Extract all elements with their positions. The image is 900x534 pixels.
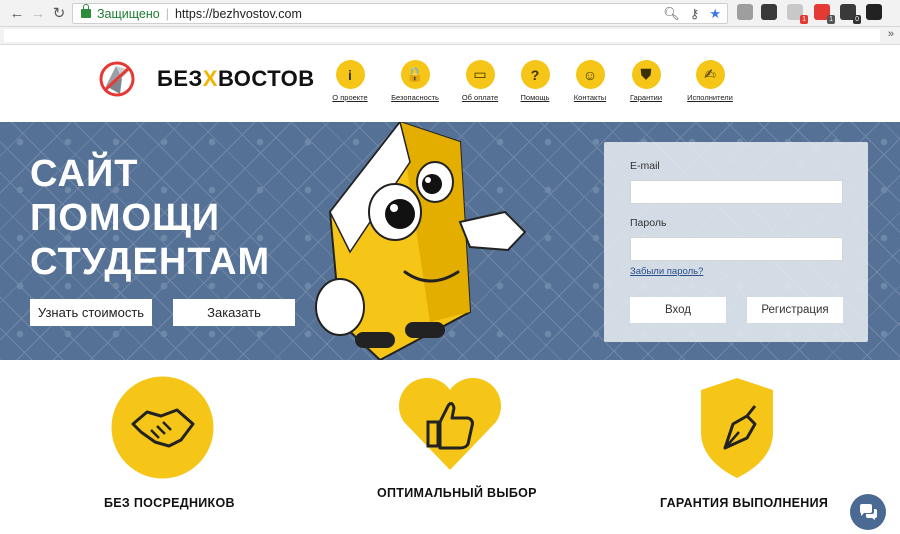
extension-3-icon[interactable]: 1: [787, 4, 808, 24]
extension-4-icon[interactable]: 1: [814, 4, 835, 24]
menu-item[interactable]: ✍ Исполнители: [675, 60, 745, 102]
browser-toolbar: ← → ↻ Защищено | https://bezhvostov.com …: [0, 0, 900, 27]
feature-label: ГАРАНТИЯ ВЫПОЛНЕНИЯ: [660, 496, 829, 510]
handshake-icon: [111, 376, 214, 479]
menu-item[interactable]: 🔒 Безопасность: [380, 60, 450, 102]
info-icon: i: [335, 60, 365, 89]
address-bar[interactable]: Защищено | https://bezhvostov.com 🔍︎ ⚷ ★: [72, 3, 728, 24]
price-button[interactable]: Узнать стоимость: [30, 299, 152, 326]
hero-banner: САЙТ ПОМОЩИ СТУДЕНТАМ Узнать стоимость З…: [0, 122, 900, 360]
thumbs-up-icon: [398, 377, 502, 470]
logo-icon[interactable]: [98, 60, 136, 98]
question-icon: ?: [520, 60, 550, 89]
extension-badge: 1: [800, 15, 808, 24]
bookmarks-more-icon[interactable]: »: [888, 28, 894, 40]
lock-icon: 🔒: [400, 60, 430, 89]
feature-label: ОПТИМАЛЬНЫЙ ВЫБОР: [377, 486, 537, 500]
bookmarks-bar: »: [0, 27, 900, 45]
extension-6-icon[interactable]: [866, 4, 882, 20]
reload-icon[interactable]: ↻: [48, 2, 70, 24]
wallet-icon: ▭: [465, 60, 495, 89]
login-button[interactable]: Вход: [630, 297, 726, 323]
bookmark-star-icon[interactable]: ★: [709, 6, 721, 22]
extension-1-icon[interactable]: [737, 4, 753, 20]
chat-button[interactable]: [850, 494, 886, 530]
pen-nib-icon: [701, 378, 773, 478]
zoom-icon[interactable]: 🔍︎: [663, 6, 680, 22]
password-field[interactable]: [630, 237, 843, 261]
address-separator: |: [165, 6, 169, 21]
site-header: БЕЗХВОСТОВ iО проекте 🔒 Безопасность ▭ Об оп…: [0, 46, 900, 122]
forgot-password-link[interactable]: Забыли пароль?: [630, 266, 703, 277]
email-label: E-mail: [630, 160, 660, 172]
email-field[interactable]: [630, 180, 843, 204]
hero-title-line: ПОМОЩИ: [30, 197, 221, 239]
menu-item-label: Безопасность: [391, 93, 439, 102]
contacts-icon: ☺: [575, 60, 605, 89]
logo-text-x: Х: [202, 66, 218, 91]
extension-2-icon[interactable]: [761, 4, 777, 20]
chat-icon: [860, 504, 877, 520]
extension-5-icon[interactable]: 0: [840, 4, 861, 24]
logo-text[interactable]: БЕЗХВОСТОВ: [157, 66, 315, 92]
hero-title-line: САЙТ: [30, 153, 139, 195]
password-label: Пароль: [630, 217, 667, 229]
menu-item[interactable]: ⛊ Гарантии: [611, 60, 681, 102]
shield-icon: ⛊: [631, 60, 661, 89]
lock-icon: [81, 4, 91, 18]
worker-icon: ✍: [695, 60, 725, 89]
mascot-illustration: [315, 122, 527, 360]
logo-text-part: ВОСТОВ: [217, 66, 315, 91]
menu-item-label: О проекте: [332, 93, 368, 102]
back-icon[interactable]: ←: [6, 2, 28, 24]
extension-badge: 1: [827, 15, 835, 24]
forward-icon[interactable]: →: [27, 2, 49, 24]
feature-label: БЕЗ ПОСРЕДНИКОВ: [104, 496, 235, 510]
menu-item[interactable]: i О проекте: [315, 60, 385, 102]
secure-label: Защищено: [97, 6, 160, 21]
menu-item-label: Исполнители: [687, 93, 733, 102]
menu-item-label: Гарантии: [629, 93, 663, 102]
hero-title-line: СТУДЕНТАМ: [30, 241, 271, 283]
register-button[interactable]: Регистрация: [747, 297, 843, 323]
logo-text-part: БЕЗ: [157, 66, 203, 91]
url-text[interactable]: https://bezhvostov.com: [175, 7, 302, 21]
extension-badge: 0: [853, 15, 861, 24]
hero-title: САЙТ ПОМОЩИ СТУДЕНТАМ: [30, 152, 270, 284]
order-button[interactable]: Заказать: [173, 299, 295, 326]
login-form: E-mail Пароль Забыли пароль? Вход Регист…: [604, 142, 868, 342]
key-icon[interactable]: ⚷: [690, 6, 700, 22]
